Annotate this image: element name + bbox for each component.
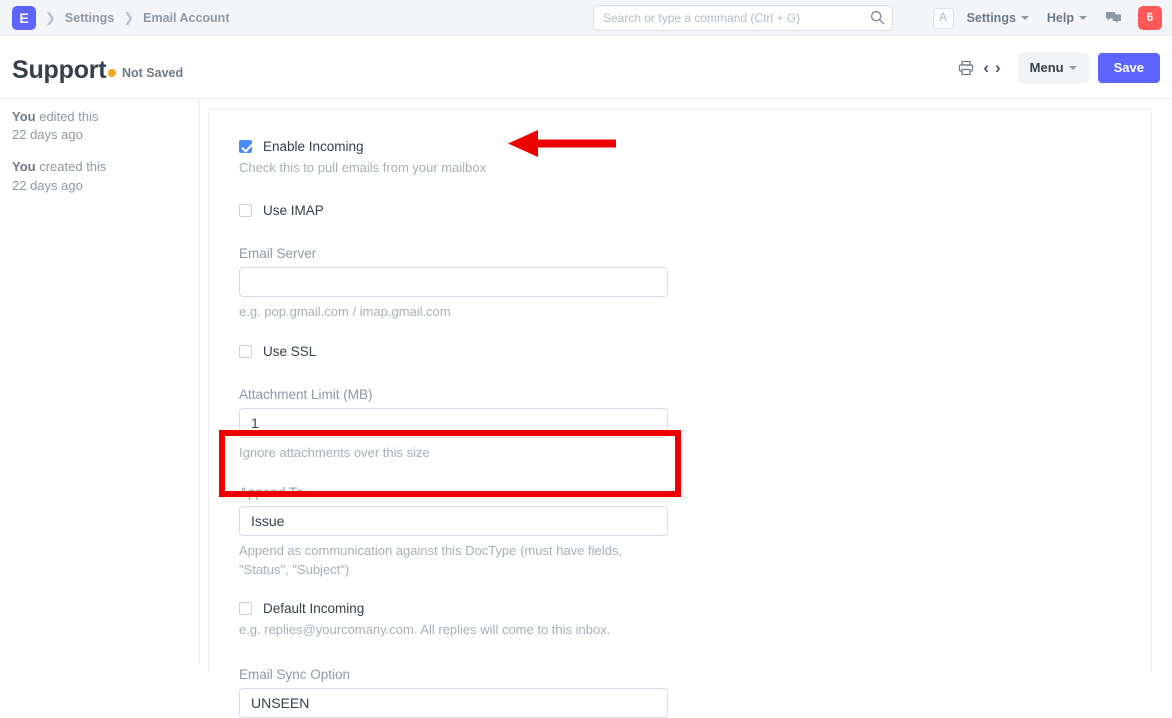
email-server-help: e.g. pop.gmail.com / imap.gmail.com (239, 304, 451, 320)
default-incoming-checkbox[interactable] (239, 602, 252, 616)
timeline-time: 22 days ago (12, 127, 83, 143)
page-title: Support (12, 56, 107, 84)
chevron-down-icon (1068, 65, 1077, 70)
attachment-limit-input[interactable] (239, 407, 668, 438)
print-icon[interactable] (958, 60, 974, 76)
menu-button[interactable]: Menu (1017, 52, 1089, 83)
field-attachment-limit: Attachment Limit (MB) Ignore attachments… (239, 387, 669, 462)
avatar[interactable]: A (932, 7, 954, 29)
timeline-time: 22 days ago (12, 177, 83, 193)
field-enable-incoming: Enable Incoming Check this to pull email… (239, 139, 669, 177)
enable-incoming-checkbox[interactable] (239, 140, 252, 153)
field-use-ssl: Use SSL (239, 344, 669, 359)
default-incoming-help: e.g. replies@yourcomany.com. All replies… (239, 622, 611, 638)
email-sync-option-label: Email Sync Option (239, 666, 351, 682)
chevron-down-icon (1079, 16, 1087, 20)
enable-incoming-label[interactable]: Enable Incoming (263, 139, 364, 154)
navbar-right-group: A Settings Help 6 (932, 0, 1172, 36)
nav-menu-help[interactable]: Help (1047, 11, 1087, 25)
use-imap-checkbox[interactable] (239, 204, 252, 218)
nav-menu-settings[interactable]: Settings (967, 11, 1029, 25)
timeline-actor: You (12, 109, 36, 124)
chat-icon[interactable] (1105, 11, 1122, 26)
form-container: Enable Incoming Check this to pull email… (239, 139, 669, 718)
attachment-limit-label: Attachment Limit (MB) (239, 386, 373, 402)
use-ssl-checkbox[interactable] (239, 344, 252, 358)
page-header: Support Not Saved ‹ › Menu Save (0, 36, 1172, 99)
breadcrumb-separator-1: ❯ (45, 9, 56, 25)
previous-record-button[interactable]: ‹ (980, 59, 992, 76)
use-ssl-row[interactable]: Use SSL (239, 344, 669, 359)
status-label: Not Saved (122, 66, 184, 80)
use-imap-label[interactable]: Use IMAP (263, 203, 324, 218)
timeline-action: edited this (39, 109, 99, 124)
app-logo[interactable]: E (12, 5, 36, 30)
timeline-entry: You created this 22 days ago (12, 158, 187, 194)
notification-badge[interactable]: 6 (1138, 6, 1162, 30)
form-card: Enable Incoming Check this to pull email… (208, 108, 1152, 718)
next-record-button[interactable]: › (992, 59, 1004, 76)
nav-menu-help-label: Help (1046, 11, 1074, 25)
attachment-limit-help: Ignore attachments over this size (239, 444, 430, 460)
status-dot-icon (108, 69, 116, 77)
sidebar: You edited this 22 days ago You created … (0, 100, 200, 663)
enable-incoming-help: Check this to pull emails from your mail… (239, 160, 487, 175)
body-area: You edited this 22 days ago You created … (0, 100, 1172, 718)
nav-menu-settings-label: Settings (966, 11, 1016, 25)
search-box (593, 5, 893, 31)
append-to-input[interactable] (239, 506, 668, 537)
timeline-actor: You (12, 159, 36, 175)
timeline-action: created this (39, 159, 107, 175)
append-to-help: Append as communication against this Doc… (239, 543, 622, 577)
breadcrumb-email-account[interactable]: Email Account (143, 11, 229, 25)
field-email-server: Email Server e.g. pop.gmail.com / imap.g… (239, 246, 669, 321)
status-badge: Not Saved (108, 66, 183, 80)
field-email-sync-option: Email Sync Option (239, 667, 669, 718)
enable-incoming-row[interactable]: Enable Incoming (239, 139, 669, 154)
append-to-label: Append To (239, 485, 304, 501)
timeline-entry: You edited this 22 days ago (12, 108, 187, 144)
email-server-label: Email Server (239, 246, 317, 262)
page-header-actions: ‹ › Menu Save (958, 36, 1160, 99)
search-input[interactable] (593, 5, 893, 31)
top-navbar: E ❯ Settings ❯ Email Account A Settings … (0, 0, 1172, 36)
default-incoming-row[interactable]: Default Incoming (239, 601, 669, 616)
email-sync-option-input[interactable] (239, 687, 668, 718)
default-incoming-label[interactable]: Default Incoming (263, 601, 364, 616)
timeline-text: You edited this (12, 108, 187, 126)
timeline-text: You created this (12, 158, 187, 176)
field-default-incoming: Default Incoming e.g. replies@yourcomany… (239, 601, 669, 639)
chevron-down-icon (1020, 16, 1029, 20)
breadcrumb-separator-2: ❯ (123, 9, 135, 25)
breadcrumb-settings[interactable]: Settings (65, 11, 114, 25)
field-append-to: Append To Append as communication agains… (239, 485, 669, 579)
use-imap-row[interactable]: Use IMAP (239, 203, 669, 218)
save-button[interactable]: Save (1097, 52, 1160, 83)
use-ssl-label[interactable]: Use SSL (263, 344, 316, 359)
field-use-imap: Use IMAP (239, 203, 669, 218)
menu-button-label: Menu (1029, 60, 1064, 75)
email-server-input[interactable] (239, 267, 668, 298)
